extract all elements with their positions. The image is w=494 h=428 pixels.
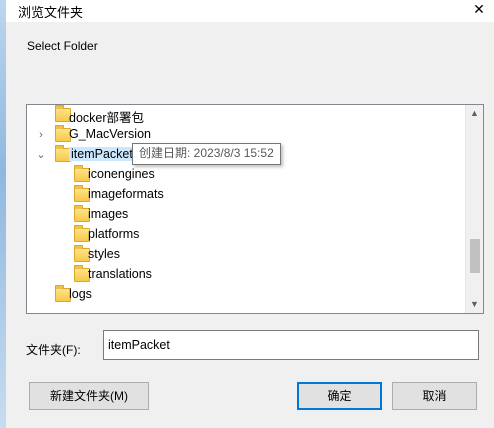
expander-placeholder bbox=[54, 268, 66, 282]
browse-folder-dialog: 浏览文件夹 ✕ Select Folder docker部署包 › G_MacVer… bbox=[6, 0, 494, 428]
tree-item-label: iconengines bbox=[88, 167, 155, 181]
tree-item-label: logs bbox=[69, 287, 92, 301]
chevron-down-icon[interactable]: ⌄ bbox=[35, 148, 47, 162]
tree-item-label: itemPacket bbox=[69, 147, 135, 161]
tree-item[interactable]: › G_MacVersion bbox=[27, 125, 461, 145]
scroll-up-icon[interactable]: ▲ bbox=[466, 105, 483, 122]
chevron-right-icon[interactable]: › bbox=[35, 128, 47, 142]
expander-placeholder bbox=[54, 208, 66, 222]
folder-field-label: 文件夹(F): bbox=[26, 343, 81, 357]
tree-item[interactable]: imageformats bbox=[27, 185, 461, 205]
expander-placeholder bbox=[54, 168, 66, 182]
created-date-tooltip: 创建日期: 2023/8/3 15:52 bbox=[132, 143, 281, 165]
tree-item-label: styles bbox=[88, 247, 120, 261]
tree-item-label: docker部署包 bbox=[69, 111, 145, 125]
tree-scrollbar[interactable]: ▲ ▼ bbox=[465, 105, 483, 313]
tree-item[interactable]: translations bbox=[27, 265, 461, 285]
window-title: 浏览文件夹 bbox=[18, 5, 84, 20]
folder-tree[interactable]: docker部署包 › G_MacVersion ⌄ itemPacket iconeng… bbox=[26, 104, 484, 314]
tree-item[interactable]: platforms bbox=[27, 225, 461, 245]
expander-placeholder bbox=[54, 248, 66, 262]
tree-item[interactable]: logs bbox=[27, 285, 461, 305]
tree-item-label: imageformats bbox=[88, 187, 164, 201]
tree-item[interactable]: docker部署包 bbox=[27, 105, 461, 125]
title-bar: 浏览文件夹 ✕ bbox=[6, 0, 494, 22]
scroll-down-icon[interactable]: ▼ bbox=[466, 296, 483, 313]
tree-item-label: G_MacVersion bbox=[69, 127, 151, 141]
cancel-button[interactable]: 取消 bbox=[392, 382, 477, 410]
folder-name-input[interactable] bbox=[103, 330, 479, 360]
expander-placeholder bbox=[35, 288, 47, 302]
expander-placeholder bbox=[35, 108, 47, 122]
tree-item-label: images bbox=[88, 207, 129, 221]
tree-item[interactable]: iconengines bbox=[27, 165, 461, 185]
tree-item-label: translations bbox=[88, 267, 152, 281]
expander-placeholder bbox=[54, 228, 66, 242]
instruction-text: Select Folder bbox=[27, 39, 98, 53]
tree-item-label: platforms bbox=[88, 227, 140, 241]
new-folder-button[interactable]: 新建文件夹(M) bbox=[29, 382, 149, 410]
tree-item[interactable]: styles bbox=[27, 245, 461, 265]
scroll-thumb[interactable] bbox=[470, 239, 480, 273]
close-icon[interactable]: ✕ bbox=[464, 0, 494, 20]
tree-item[interactable]: images bbox=[27, 205, 461, 225]
ok-button[interactable]: 确定 bbox=[297, 382, 382, 410]
expander-placeholder bbox=[54, 188, 66, 202]
